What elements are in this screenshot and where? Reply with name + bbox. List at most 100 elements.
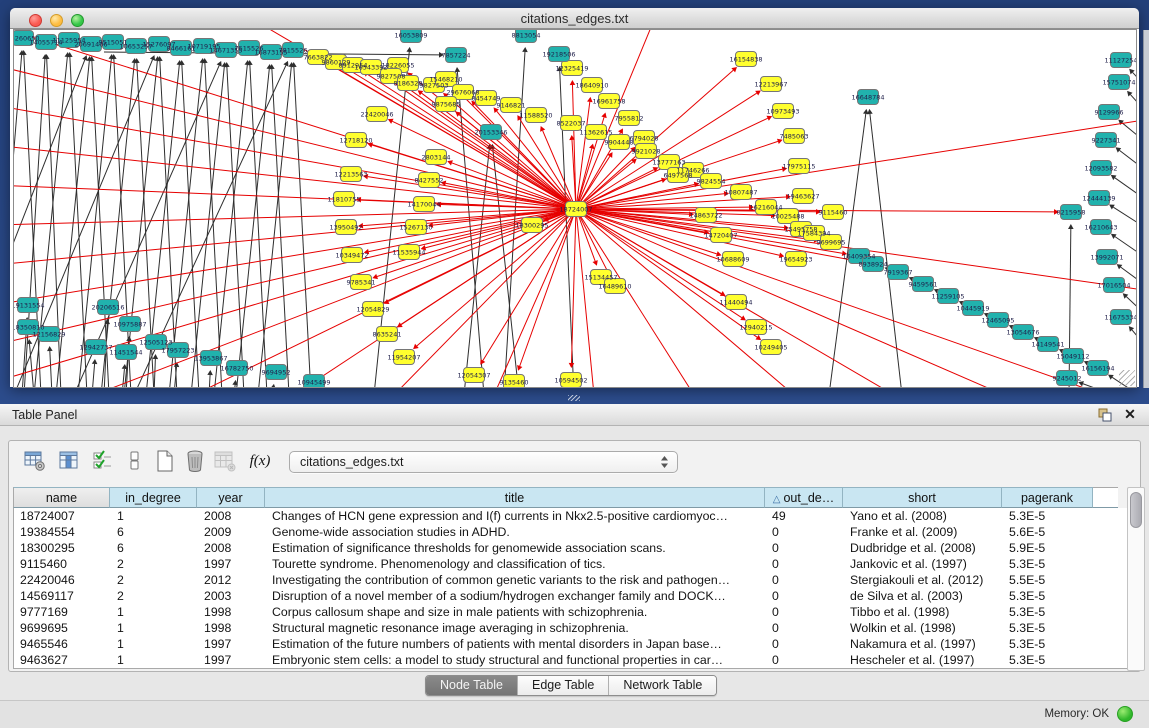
- table-cell[interactable]: 14569117: [14, 588, 111, 604]
- table-row[interactable]: 977716911998Corpus callosum shape and si…: [14, 604, 1128, 620]
- table-cell[interactable]: 0: [766, 556, 844, 572]
- table-cell[interactable]: Genome-wide association studies in ADHD.: [266, 524, 766, 540]
- table-cell[interactable]: Corpus callosum shape and size in male p…: [266, 604, 766, 620]
- graph-edge[interactable]: [209, 375, 210, 387]
- graph-edge[interactable]: [29, 344, 34, 387]
- table-row[interactable]: 1830029562008Estimation of significance …: [14, 540, 1128, 556]
- table-settings-icon[interactable]: [23, 449, 47, 473]
- table-cell[interactable]: 1: [111, 636, 198, 652]
- table-cell[interactable]: 0: [766, 524, 844, 540]
- table-cell[interactable]: 5.5E-5: [1003, 572, 1094, 588]
- table-cell[interactable]: 1: [111, 604, 198, 620]
- table-row[interactable]: 911546021997Tourette syndrome. Phenomeno…: [14, 556, 1128, 572]
- table-cell[interactable]: Stergiakouli et al. (2012): [844, 572, 1003, 588]
- graph-edge[interactable]: [576, 209, 694, 387]
- table-cell[interactable]: 2008: [198, 508, 266, 524]
- table-cell[interactable]: 0: [766, 636, 844, 652]
- table-cell[interactable]: 49: [766, 508, 844, 524]
- table-row[interactable]: 2242004622012Investigating the contribut…: [14, 572, 1128, 588]
- delete-icon[interactable]: [183, 449, 207, 473]
- column-header-title[interactable]: title: [265, 487, 765, 508]
- graph-edge[interactable]: [14, 55, 22, 387]
- graph-edge[interactable]: [576, 209, 742, 318]
- graph-edge[interactable]: [194, 209, 576, 387]
- table-cell[interactable]: 1998: [198, 604, 266, 620]
- delete-table-icon[interactable]: [213, 449, 237, 473]
- table-cell[interactable]: 2009: [198, 524, 266, 540]
- table-cell[interactable]: 5.3E-5: [1003, 636, 1094, 652]
- table-cell[interactable]: Embryonic stem cells: a model to study s…: [266, 652, 766, 668]
- panel-divider[interactable]: [0, 387, 1149, 404]
- table-row[interactable]: 1456911722003Disruption of a novel membe…: [14, 588, 1128, 604]
- table-cell[interactable]: 0: [766, 604, 844, 620]
- table-cell[interactable]: 6: [111, 524, 198, 540]
- new-file-icon[interactable]: [153, 449, 177, 473]
- divider-handle[interactable]: [568, 395, 580, 401]
- table-vertical-scrollbar[interactable]: [1127, 487, 1145, 671]
- table-cell[interactable]: 9465546: [14, 636, 111, 652]
- table-cell[interactable]: 18300295: [14, 540, 111, 556]
- table-cell[interactable]: 0: [766, 540, 844, 556]
- table-row[interactable]: 946554611997Estimation of the future num…: [14, 636, 1128, 652]
- table-cell[interactable]: 9699695: [14, 620, 111, 636]
- column-header-out-degree[interactable]: △out_de…: [765, 487, 843, 508]
- graph-edge[interactable]: [1130, 95, 1136, 115]
- table-cell[interactable]: 1: [111, 652, 198, 668]
- graph-edge[interactable]: [576, 209, 779, 255]
- table-cell[interactable]: 2003: [198, 588, 266, 604]
- new-column-icon[interactable]: [123, 449, 147, 473]
- graph-edge[interactable]: [870, 114, 902, 387]
- graph-edge[interactable]: [1122, 123, 1136, 145]
- scrollbar-thumb[interactable]: [1130, 492, 1142, 528]
- table-cell[interactable]: Tibbo et al. (1998): [844, 604, 1003, 620]
- table-cell[interactable]: 5.3E-5: [1003, 508, 1094, 524]
- table-cell[interactable]: 5.3E-5: [1003, 652, 1094, 668]
- table-source-select[interactable]: citations_edges.txt: [289, 451, 678, 473]
- graph-edge[interactable]: [92, 364, 95, 387]
- table-cell[interactable]: 2012: [198, 572, 266, 588]
- table-cell[interactable]: Wolkin et al. (1998): [844, 620, 1003, 636]
- column-header-short[interactable]: short: [843, 487, 1002, 508]
- tab-edge-table[interactable]: Edge Table: [518, 676, 609, 695]
- graph-edge[interactable]: [571, 209, 576, 363]
- checklist-icon[interactable]: [91, 449, 115, 473]
- table-cell[interactable]: Franke et al. (2009): [844, 524, 1003, 540]
- graph-edge[interactable]: [50, 351, 52, 387]
- table-cell[interactable]: 5.9E-5: [1003, 540, 1094, 556]
- graph-edge[interactable]: [154, 359, 155, 387]
- table-cell[interactable]: 1: [111, 620, 198, 636]
- table-row[interactable]: 946362711997Embryonic stem cells: a mode…: [14, 652, 1128, 668]
- table-row[interactable]: 1872400712008Changes of HCN gene express…: [14, 508, 1128, 524]
- table-cell[interactable]: 5.3E-5: [1003, 604, 1094, 620]
- table-row[interactable]: 1938455462009Genome-wide association stu…: [14, 524, 1128, 540]
- table-cell[interactable]: 1997: [198, 556, 266, 572]
- graph-edge[interactable]: [1115, 178, 1136, 202]
- table-cell[interactable]: Hescheler et al. (1997): [844, 652, 1003, 668]
- table-cell[interactable]: 1997: [198, 636, 266, 652]
- table-cell[interactable]: 0: [766, 572, 844, 588]
- table-cell[interactable]: 9115460: [14, 556, 111, 572]
- table-cell[interactable]: 5.6E-5: [1003, 524, 1094, 540]
- table-cell[interactable]: Investigating the contribution of common…: [266, 572, 766, 588]
- graph-edge[interactable]: [14, 209, 576, 265]
- graph-edge[interactable]: [576, 209, 594, 387]
- table-cell[interactable]: Estimation of the future numbers of pati…: [266, 636, 766, 652]
- graph-edge[interactable]: [94, 209, 576, 387]
- table-cell[interactable]: 2: [111, 572, 198, 588]
- network-canvas[interactable]: 1872400776638229860129891295416543392182…: [13, 29, 1137, 388]
- table-cell[interactable]: 9777169: [14, 604, 111, 620]
- table-cell[interactable]: 2: [111, 556, 198, 572]
- table-cell[interactable]: 1: [111, 508, 198, 524]
- table-cell[interactable]: de Silva et al. (2003): [844, 588, 1003, 604]
- table-cell[interactable]: Disruption of a novel member of a sodium…: [266, 588, 766, 604]
- table-cell[interactable]: Structural magnetic resonance image aver…: [266, 620, 766, 636]
- tab-node-table[interactable]: Node Table: [426, 676, 518, 695]
- table-cell[interactable]: Dudbridge et al. (2008): [844, 540, 1003, 556]
- graph-edge[interactable]: [14, 209, 576, 305]
- table-cell[interactable]: 0: [766, 588, 844, 604]
- table-cell[interactable]: 5.3E-5: [1003, 620, 1094, 636]
- select-columns-icon[interactable]: [57, 449, 81, 473]
- table-cell[interactable]: Jankovic et al. (1997): [844, 556, 1003, 572]
- table-cell[interactable]: 2008: [198, 540, 266, 556]
- table-cell[interactable]: 2: [111, 588, 198, 604]
